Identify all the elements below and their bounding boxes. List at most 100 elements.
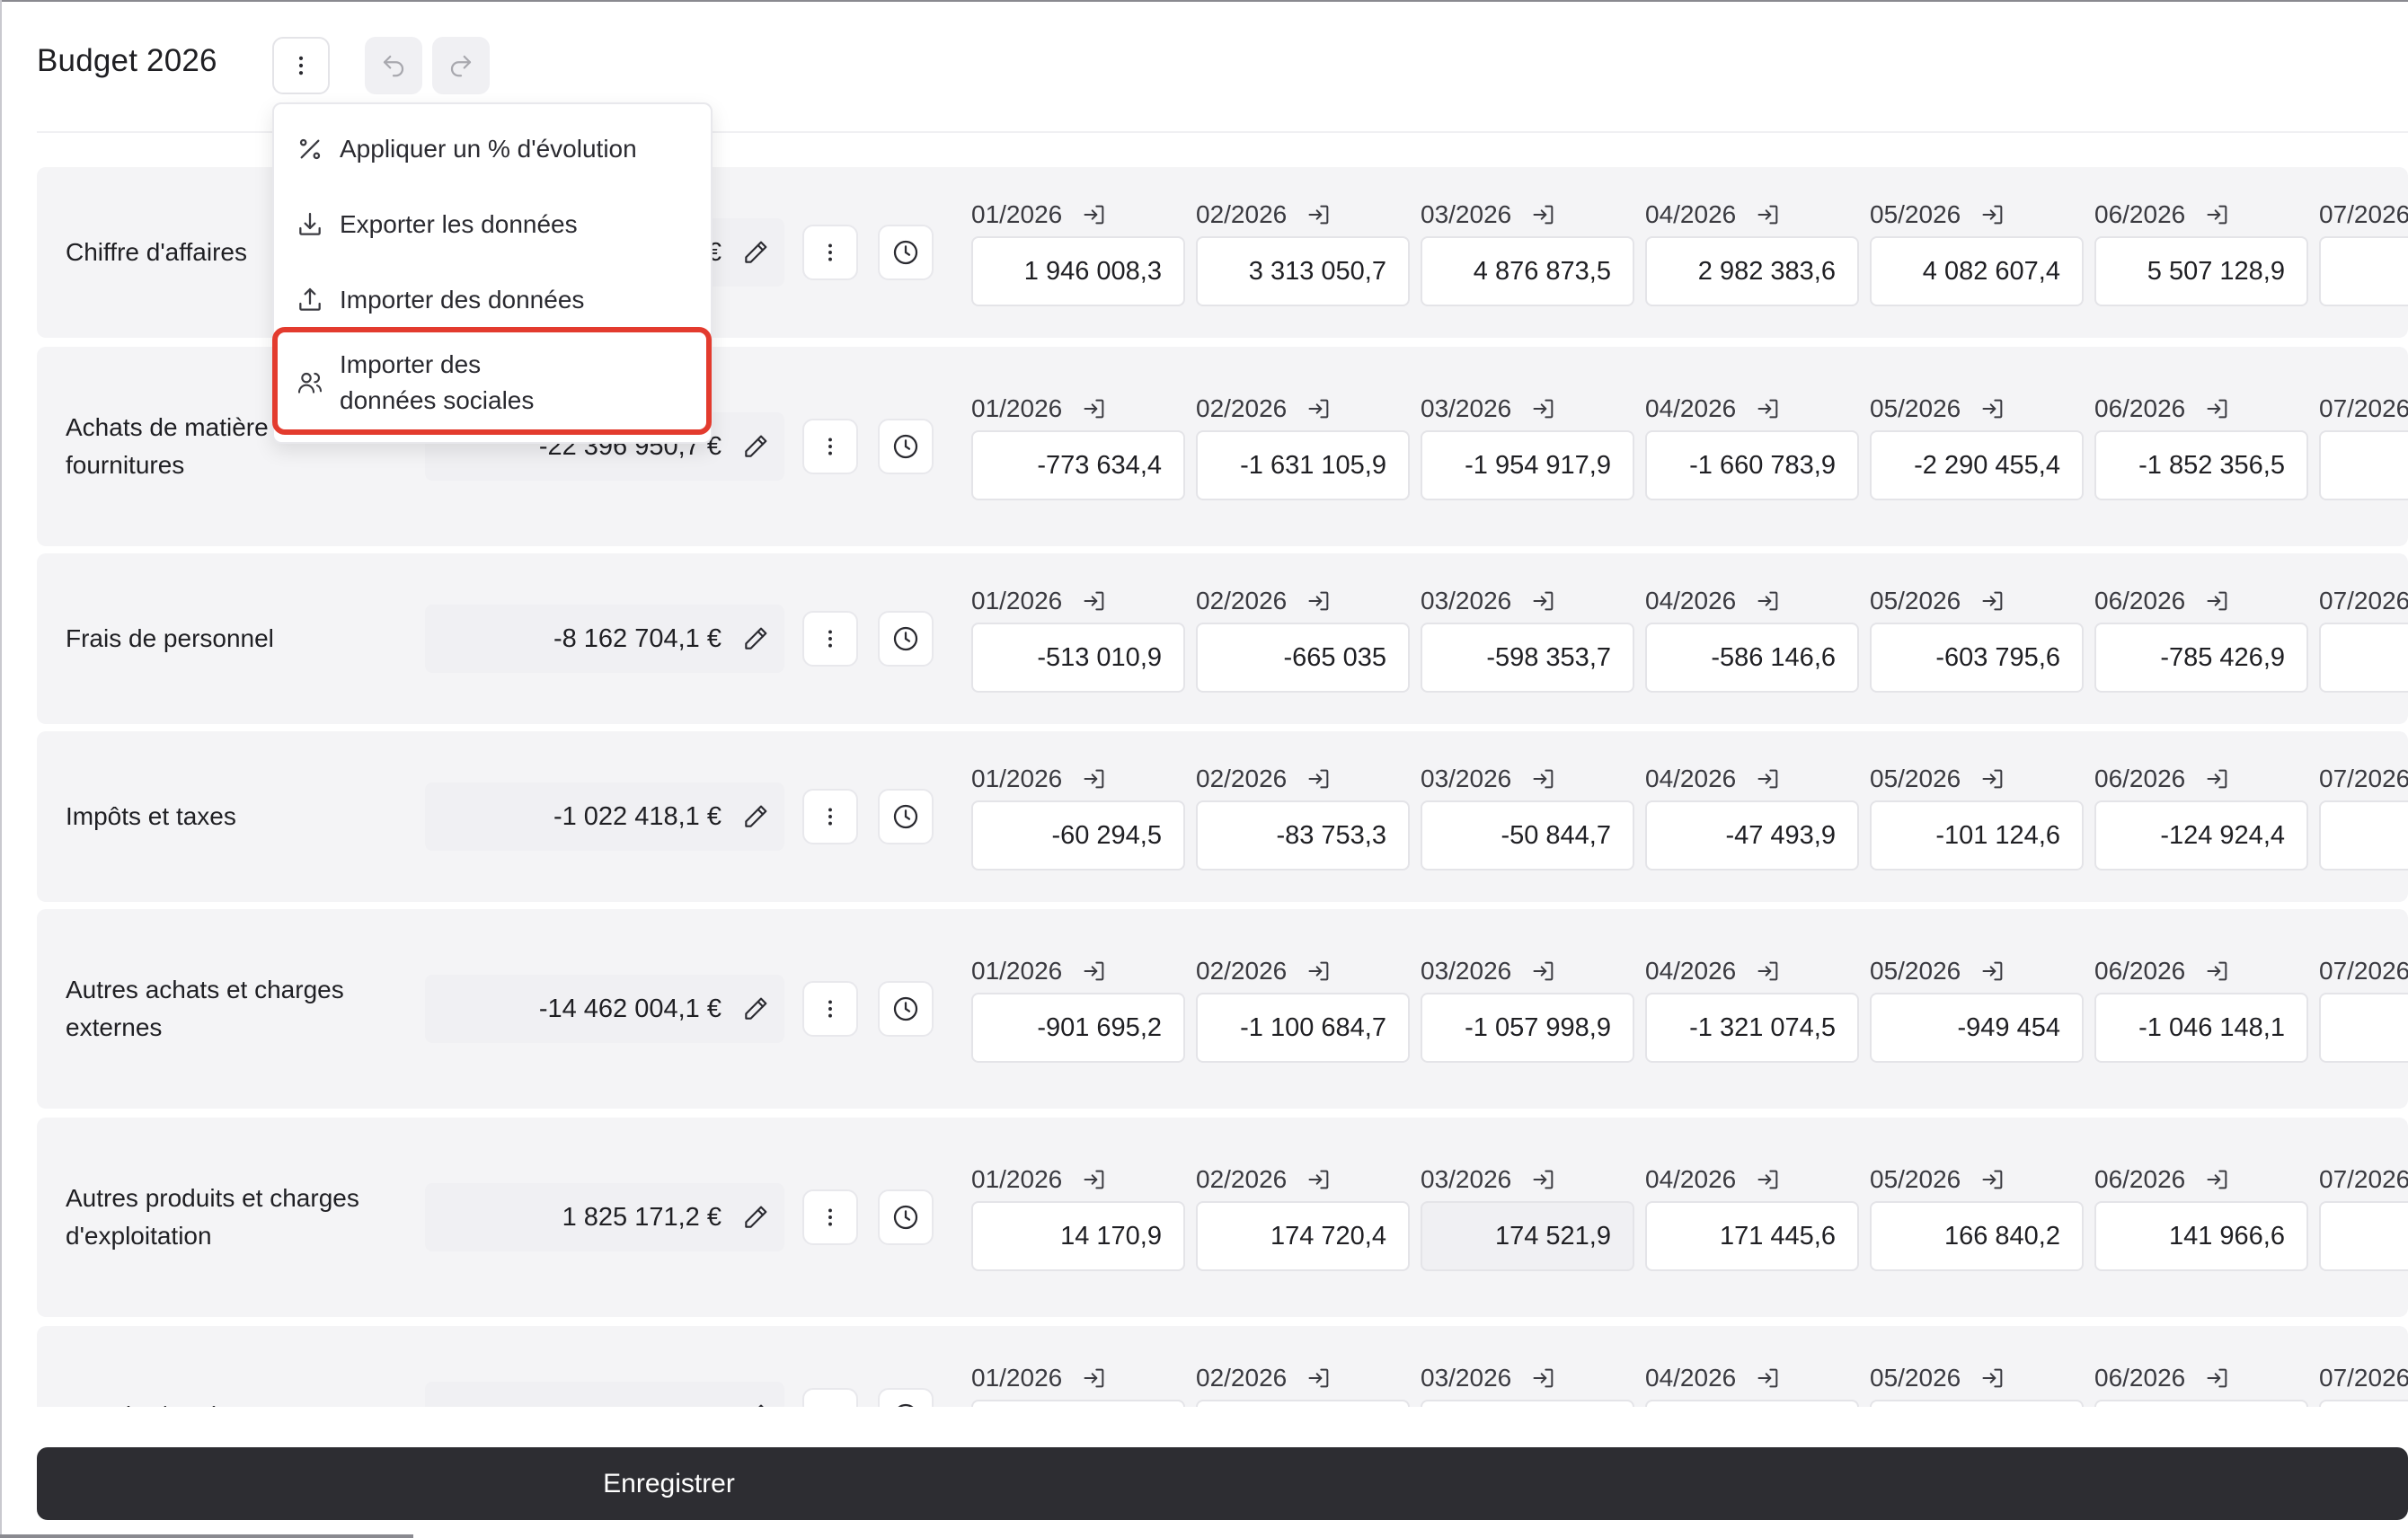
month-value-input[interactable]: -1 852 356,5 [2094, 430, 2308, 500]
month-value-input[interactable]: 4 876 873,5 [1421, 236, 1634, 306]
month-value-input[interactable]: -101 124,6 [1870, 800, 2084, 871]
row-menu-button[interactable] [802, 1189, 858, 1245]
row-history-button[interactable] [878, 419, 934, 474]
menu-item-apply-evolution[interactable]: Appliquer un % d'évolution [274, 131, 711, 167]
month-value-input[interactable]: -586 146,6 [1645, 623, 1859, 693]
month-value-input[interactable]: 171 445,6 [1645, 1201, 1859, 1271]
month-value-input[interactable]: 4 082 607,4 [1870, 236, 2084, 306]
row-total-field[interactable]: 1 825 171,2 € [425, 1183, 784, 1251]
month-value-input[interactable]: 1 946 008,3 [971, 236, 1185, 306]
apply-forward-icon[interactable] [2205, 766, 2230, 791]
apply-forward-icon[interactable] [2205, 1366, 2230, 1391]
month-value-input[interactable]: 141 966,6 [2094, 1201, 2308, 1271]
row-total-field[interactable]: -8 162 704,1 € [425, 605, 784, 673]
row-menu-button[interactable] [802, 419, 858, 474]
apply-forward-icon[interactable] [1306, 1167, 1332, 1192]
row-total-field[interactable] [425, 1382, 784, 1407]
month-value-input[interactable] [2094, 1400, 2308, 1407]
row-menu-button[interactable] [802, 789, 858, 844]
month-value-input[interactable]: -513 010,9 [971, 623, 1185, 693]
apply-forward-icon[interactable] [1980, 202, 2005, 227]
apply-forward-icon[interactable] [1306, 396, 1332, 421]
month-value-input[interactable]: -785 426,9 [2094, 623, 2308, 693]
apply-forward-icon[interactable] [1082, 1366, 1107, 1391]
apply-forward-icon[interactable] [2205, 396, 2230, 421]
month-value-input[interactable] [2319, 1201, 2408, 1271]
month-value-input[interactable]: -47 493,9 [1645, 800, 1859, 871]
apply-forward-icon[interactable] [1980, 959, 2005, 984]
month-value-input[interactable] [1196, 1400, 1410, 1407]
row-total-field[interactable]: -1 022 418,1 € [425, 782, 784, 851]
more-options-button[interactable] [272, 37, 330, 94]
month-value-input[interactable]: -603 795,6 [1870, 623, 2084, 693]
row-menu-button[interactable] [802, 225, 858, 280]
apply-forward-icon[interactable] [1531, 1366, 1556, 1391]
month-value-input[interactable]: -1 660 783,9 [1645, 430, 1859, 500]
row-menu-button[interactable] [802, 1388, 858, 1407]
month-value-input[interactable]: -1 954 917,9 [1421, 430, 1634, 500]
month-value-input[interactable]: -83 753,3 [1196, 800, 1410, 871]
month-value-input[interactable]: -665 035 [1196, 623, 1410, 693]
apply-forward-icon[interactable] [1082, 766, 1107, 791]
apply-forward-icon[interactable] [1082, 202, 1107, 227]
apply-forward-icon[interactable] [1306, 766, 1332, 791]
apply-forward-icon[interactable] [1531, 588, 1556, 614]
apply-forward-icon[interactable] [1306, 202, 1332, 227]
apply-forward-icon[interactable] [1756, 959, 1781, 984]
apply-forward-icon[interactable] [1756, 202, 1781, 227]
apply-forward-icon[interactable] [1306, 959, 1332, 984]
apply-forward-icon[interactable] [1531, 766, 1556, 791]
apply-forward-icon[interactable] [1082, 396, 1107, 421]
apply-forward-icon[interactable] [1531, 1167, 1556, 1192]
pencil-icon[interactable] [741, 432, 770, 461]
month-value-input[interactable] [1421, 1400, 1634, 1407]
month-value-input[interactable]: -1 046 148,1 [2094, 993, 2308, 1063]
apply-forward-icon[interactable] [1306, 1366, 1332, 1391]
apply-forward-icon[interactable] [1756, 1167, 1781, 1192]
apply-forward-icon[interactable] [2205, 588, 2230, 614]
month-value-input[interactable]: 14 170,9 [971, 1201, 1185, 1271]
apply-forward-icon[interactable] [1980, 1167, 2005, 1192]
month-value-input[interactable]: 5 507 128,9 [2094, 236, 2308, 306]
apply-forward-icon[interactable] [1306, 588, 1332, 614]
apply-forward-icon[interactable] [1980, 396, 2005, 421]
row-history-button[interactable] [878, 1189, 934, 1245]
month-value-input[interactable]: 174 720,4 [1196, 1201, 1410, 1271]
month-value-input[interactable]: -1 321 074,5 [1645, 993, 1859, 1063]
month-value-input[interactable]: 2 982 383,6 [1645, 236, 1859, 306]
apply-forward-icon[interactable] [1082, 959, 1107, 984]
apply-forward-icon[interactable] [1756, 588, 1781, 614]
month-value-input[interactable]: -1 631 105,9 [1196, 430, 1410, 500]
month-value-input[interactable]: -50 844,7 [1421, 800, 1634, 871]
month-value-input[interactable]: -60 294,5 [971, 800, 1185, 871]
month-value-input[interactable]: -598 353,7 [1421, 623, 1634, 693]
month-value-input[interactable]: 3 313 050,7 [1196, 236, 1410, 306]
month-value-input[interactable] [1870, 1400, 2084, 1407]
pencil-icon[interactable] [741, 994, 770, 1023]
row-history-button[interactable] [878, 789, 934, 844]
apply-forward-icon[interactable] [1980, 588, 2005, 614]
apply-forward-icon[interactable] [2205, 202, 2230, 227]
month-value-input[interactable]: - [2319, 800, 2408, 871]
apply-forward-icon[interactable] [1531, 202, 1556, 227]
pencil-icon[interactable] [741, 802, 770, 831]
menu-item-import-data[interactable]: Importer des données [274, 282, 711, 318]
month-value-input[interactable]: -7 [2319, 623, 2408, 693]
save-button[interactable]: Enregistrer [37, 1447, 2408, 1520]
row-history-button[interactable] [878, 225, 934, 280]
month-value-input[interactable]: -773 634,4 [971, 430, 1185, 500]
apply-forward-icon[interactable] [1980, 1366, 2005, 1391]
month-value-input[interactable] [971, 1400, 1185, 1407]
row-menu-button[interactable] [802, 611, 858, 667]
month-value-input[interactable]: -1 100 684,7 [1196, 993, 1410, 1063]
apply-forward-icon[interactable] [1082, 588, 1107, 614]
row-history-button[interactable] [878, 611, 934, 667]
month-value-input[interactable] [1645, 1400, 1859, 1407]
apply-forward-icon[interactable] [1531, 959, 1556, 984]
month-value-input[interactable]: 174 521,9 [1421, 1201, 1634, 1271]
month-value-input[interactable]: 4 [2319, 236, 2408, 306]
month-value-input[interactable] [2319, 1400, 2408, 1407]
month-value-input[interactable]: -901 695,2 [971, 993, 1185, 1063]
pencil-icon[interactable] [741, 1401, 770, 1407]
menu-item-import-social-data[interactable]: Importer des données sociales [274, 345, 711, 420]
